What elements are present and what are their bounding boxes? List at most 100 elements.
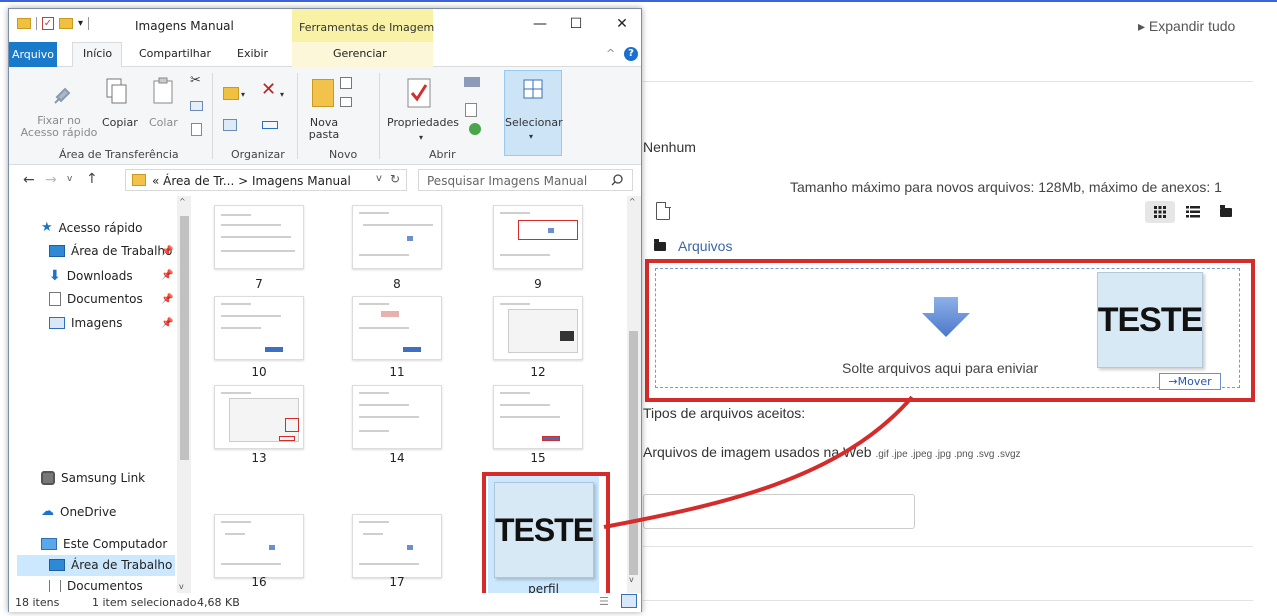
tab-share[interactable]: Compartilhar xyxy=(139,47,211,60)
properties-dropdown-icon[interactable]: ▾ xyxy=(419,132,423,144)
tab-file[interactable]: Arquivo xyxy=(9,42,57,67)
view-icons-button[interactable] xyxy=(1145,201,1175,223)
nav-desktop-pc[interactable]: Área de Trabalho xyxy=(49,558,172,572)
breadcrumb-desktop[interactable]: Área de Tr... xyxy=(163,174,234,188)
cloud-icon: ☁ xyxy=(41,504,54,519)
path-overflow[interactable]: « xyxy=(152,174,159,188)
delete-icon[interactable]: ✕ xyxy=(261,81,276,99)
address-field[interactable]: « Área de Tr... > Imagens Manual v ↻ xyxy=(125,169,407,191)
collapse-ribbon-icon[interactable]: ^ xyxy=(606,47,615,60)
grid-icon xyxy=(1154,206,1166,218)
group-open: Abrir xyxy=(429,148,456,161)
file-thumbnail[interactable] xyxy=(352,514,442,578)
move-label: Mover xyxy=(1177,375,1212,388)
file-thumbnail[interactable] xyxy=(214,514,304,578)
pin-icon xyxy=(54,87,71,104)
file-thumbnail[interactable] xyxy=(352,296,442,360)
document-icon xyxy=(49,292,61,306)
nav-downloads[interactable]: ⬇ Downloads xyxy=(49,268,133,284)
scroll-down-icon[interactable]: v xyxy=(629,575,634,584)
move-to-icon[interactable] xyxy=(223,87,239,100)
file-thumbnail[interactable] xyxy=(493,385,583,449)
file-thumbnail[interactable] xyxy=(214,296,304,360)
expand-all-link[interactable]: ▸ Expandir tudo xyxy=(1138,18,1235,35)
pin-icon: 📌 xyxy=(161,270,174,281)
paste-button[interactable]: Colar xyxy=(149,117,178,129)
file-thumbnail[interactable] xyxy=(352,205,442,269)
details-view-icon[interactable]: ☰ xyxy=(599,595,609,608)
breadcrumb-separator[interactable]: > xyxy=(238,174,248,188)
new-folder-button[interactable]: Nova pasta xyxy=(307,117,341,141)
properties-check-icon[interactable]: ✓ xyxy=(42,17,54,30)
refresh-icon[interactable]: ↻ xyxy=(390,172,400,186)
forward-icon[interactable]: → xyxy=(45,172,57,188)
cut-icon[interactable]: ✂ xyxy=(190,74,201,87)
recent-locations-icon[interactable]: v xyxy=(67,174,72,184)
help-icon[interactable]: ? xyxy=(624,47,638,61)
properties-icon xyxy=(407,78,431,108)
view-tree-button[interactable] xyxy=(1211,201,1241,223)
maximize-button[interactable]: ☐ xyxy=(566,16,586,32)
scroll-up-icon[interactable]: ^ xyxy=(629,197,636,206)
new-folder-icon[interactable] xyxy=(59,18,73,29)
folder-path[interactable]: Arquivos xyxy=(654,238,732,254)
properties-button[interactable]: Propriedades xyxy=(387,117,459,129)
back-icon[interactable]: ← xyxy=(23,172,35,188)
tab-home[interactable]: Início xyxy=(83,47,112,60)
nav-quick-access[interactable]: ★ Acesso rápido xyxy=(41,220,143,235)
file-thumbnail[interactable] xyxy=(214,385,304,449)
edit-icon[interactable] xyxy=(465,103,477,117)
scroll-up-icon[interactable]: ^ xyxy=(179,197,186,206)
customize-dropdown-icon[interactable]: ▾ xyxy=(78,18,83,29)
desktop-icon xyxy=(49,559,65,571)
new-item-icon[interactable] xyxy=(340,77,352,89)
easy-access-icon[interactable] xyxy=(340,97,352,107)
file-thumbnail[interactable] xyxy=(214,205,304,269)
file-thumbnail[interactable] xyxy=(493,205,583,269)
delete-dropdown-icon[interactable]: ▾ xyxy=(280,89,284,101)
pin-quick-access-button[interactable]: Fixar no Acesso rápido xyxy=(19,115,99,139)
copy-to-icon[interactable] xyxy=(223,119,237,131)
minimize-button[interactable]: — xyxy=(530,16,550,32)
large-icons-view-icon[interactable] xyxy=(621,594,637,608)
search-field[interactable]: Pesquisar Imagens Manual xyxy=(418,169,633,191)
address-dropdown-icon[interactable]: v xyxy=(376,173,382,184)
text-input[interactable] xyxy=(643,494,915,529)
nav-documents[interactable]: Documentos xyxy=(49,292,143,306)
move-to-dropdown-icon[interactable]: ▾ xyxy=(241,89,245,101)
copy-button[interactable]: Copiar xyxy=(102,117,138,129)
nav-onedrive[interactable]: ☁ OneDrive xyxy=(41,504,116,519)
nav-documents-pc[interactable]: Documentos xyxy=(49,580,143,592)
nav-this-pc[interactable]: Este Computador xyxy=(41,537,167,551)
nav-label: OneDrive xyxy=(60,504,117,519)
content-scrollbar-thumb[interactable] xyxy=(629,331,638,575)
nav-images[interactable]: Imagens xyxy=(49,316,122,330)
file-thumbnail[interactable] xyxy=(352,385,442,449)
nav-desktop[interactable]: Área de Trabalho xyxy=(49,244,172,258)
select-button[interactable]: Selecionar xyxy=(505,117,563,129)
file-name: 10 xyxy=(251,365,267,379)
file-explorer-window[interactable]: ✓ ▾ Imagens Manual Ferramentas de Imagem… xyxy=(8,8,642,612)
tab-view[interactable]: Exibir xyxy=(237,47,268,60)
open-icon[interactable] xyxy=(464,77,480,87)
scroll-down-icon[interactable]: v xyxy=(179,582,184,591)
view-list-button[interactable] xyxy=(1178,201,1208,223)
tab-manage[interactable]: Gerenciar xyxy=(333,47,387,60)
nav-scrollbar-thumb[interactable] xyxy=(180,216,189,460)
paste-shortcut-icon[interactable] xyxy=(191,123,202,136)
nav-samsung-link[interactable]: Samsung Link xyxy=(41,471,145,485)
new-folder-label-2: pasta xyxy=(308,128,340,141)
accepted-types-label: Tipos de arquivos aceitos: xyxy=(643,405,806,421)
rename-icon[interactable] xyxy=(262,121,278,129)
close-button[interactable]: ✕ xyxy=(612,16,632,32)
title-bar[interactable]: ✓ ▾ Imagens Manual Ferramentas de Imagem… xyxy=(9,9,641,42)
add-file-icon[interactable] xyxy=(656,201,671,220)
history-icon[interactable] xyxy=(469,123,481,135)
file-name: 15 xyxy=(530,451,546,465)
folder-icon[interactable] xyxy=(17,18,31,29)
copy-path-icon[interactable] xyxy=(190,101,203,111)
up-icon[interactable]: ↑ xyxy=(86,171,98,187)
breadcrumb-current[interactable]: Imagens Manual xyxy=(252,174,351,188)
select-dropdown-icon[interactable]: ▾ xyxy=(529,131,533,143)
file-thumbnail[interactable] xyxy=(493,296,583,360)
